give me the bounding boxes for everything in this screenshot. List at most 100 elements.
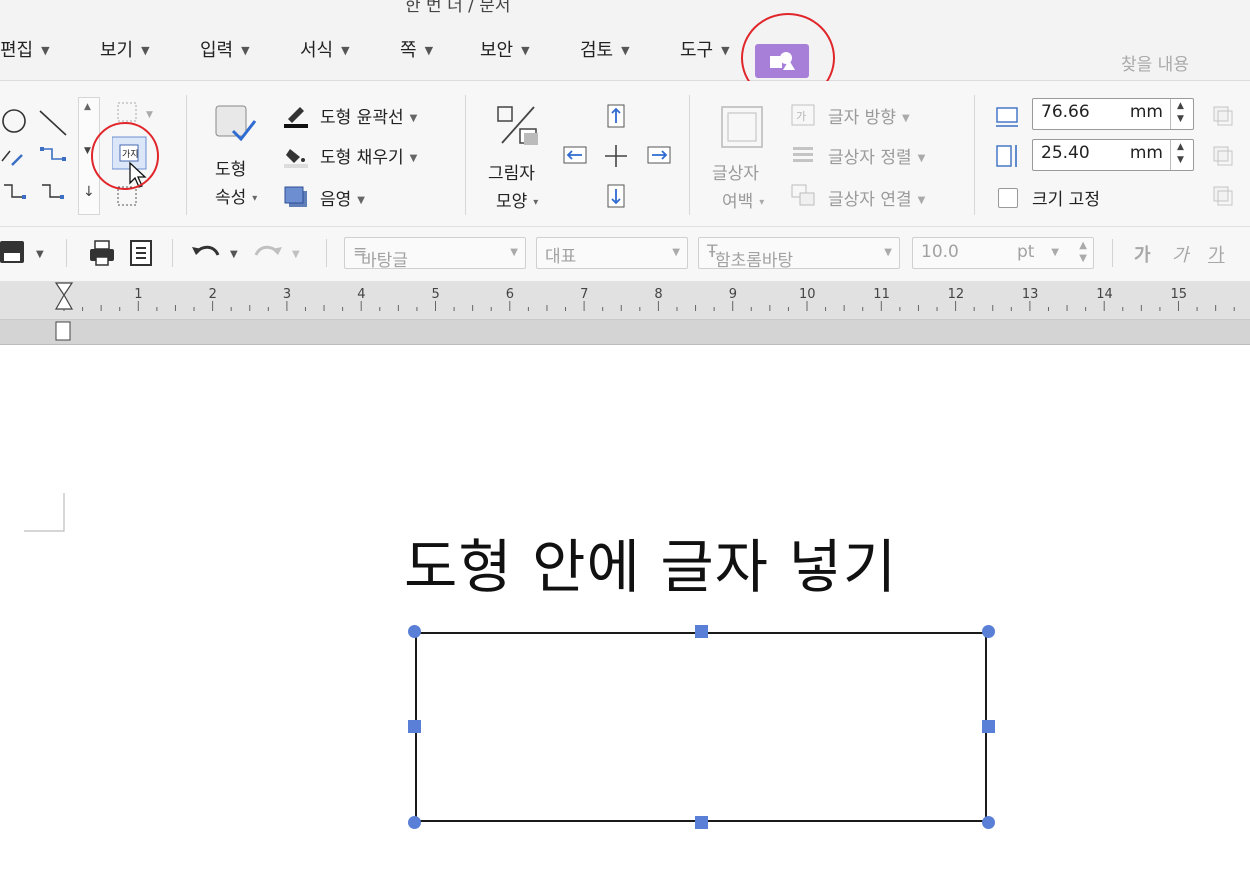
menu-security[interactable]: 보안 ▼ — [480, 36, 530, 62]
resize-handle-left[interactable] — [408, 720, 421, 733]
chevron-down-icon: ▼ — [721, 44, 730, 57]
ruler-number: 8 — [654, 287, 663, 302]
toolbar-separator — [172, 239, 173, 267]
resize-handle-bottom[interactable] — [695, 816, 708, 829]
svg-text:▼: ▼ — [36, 249, 44, 260]
resize-handle-top-right[interactable] — [982, 625, 995, 638]
shape-props-line1: 도형 — [215, 160, 247, 180]
preview-icon[interactable] — [128, 239, 156, 267]
svg-text:가: 가 — [796, 110, 806, 123]
picture-shape-button[interactable]: 그림자 모양 ▾ — [484, 99, 554, 212]
underline-button[interactable]: 가 — [1208, 241, 1225, 267]
menu-page[interactable]: 쪽 ▼ — [400, 36, 433, 62]
undo-icon[interactable]: ▼ — [190, 241, 246, 265]
textbox-align-icon — [793, 147, 813, 162]
chevron-down-icon: ▼ — [510, 247, 518, 258]
redo-icon[interactable]: ▼ — [252, 241, 308, 265]
italic-button[interactable]: 가 — [1172, 241, 1189, 267]
align-arrows[interactable] — [562, 101, 674, 211]
text-direction-button[interactable]: 글자 방향 ▼ — [828, 103, 910, 128]
ruler-number: 15 — [1170, 287, 1188, 302]
format-toolbar: ▼ ▼ ▼ ≡ 바탕글 ▼ 대표 ▼ Ŧ 함초롬바탕 ▼ 10.0 pt ▼ ▲… — [0, 226, 1250, 282]
ribbon-separator — [186, 95, 187, 215]
shape-fill-button[interactable]: 도형 채우기 ▼ — [320, 143, 417, 168]
ruler-number: 9 — [728, 287, 737, 302]
menu-insert[interactable]: 입력 ▼ — [200, 36, 250, 62]
height-icon — [996, 145, 1017, 167]
ruler-number: 14 — [1096, 287, 1113, 302]
textbox-link-icon — [791, 184, 815, 206]
chevron-down-icon: ▼ — [917, 195, 926, 206]
style-value: ≡ 바탕글 — [353, 242, 408, 271]
width-value: 76.66 — [1041, 102, 1090, 122]
width-input[interactable]: 76.66 mm ▲ ▼ — [1032, 98, 1194, 130]
menu-tools[interactable]: 도구 ▼ — [680, 36, 730, 62]
shape-gallery[interactable] — [0, 99, 80, 209]
save-icon[interactable]: ▼ — [0, 239, 54, 265]
menu-format[interactable]: 서식 ▼ — [300, 36, 350, 62]
shadow-icon — [284, 186, 307, 207]
toolbar-separator — [326, 239, 327, 267]
shape-props-line2: 속성 ▾ — [215, 188, 258, 208]
ruler-ticks — [54, 282, 1235, 311]
menu-tools-label: 도구 — [680, 40, 714, 61]
rectangle-shape[interactable] — [415, 632, 987, 822]
menu-edit-label: 편집 — [0, 40, 34, 61]
chevron-down-icon: ▼ — [1177, 114, 1184, 124]
fix-size-label: 크기 고정 — [1032, 190, 1100, 210]
textbox-link-button[interactable]: 글상자 연결 ▼ — [828, 185, 925, 210]
menu-view[interactable]: 보기 ▼ — [100, 36, 150, 62]
indent-marker-icon[interactable] — [54, 320, 74, 344]
resize-handle-top[interactable] — [695, 625, 708, 638]
font-size-input[interactable]: 10.0 pt ▼ ▲ ▼ — [912, 237, 1094, 269]
chevron-down-icon: ▼ — [521, 44, 530, 57]
height-input[interactable]: 25.40 mm ▲ ▼ — [1032, 139, 1194, 171]
resize-handle-bottom-right[interactable] — [982, 816, 995, 829]
search-placeholder: 찾을 내용 — [1121, 55, 1189, 75]
menu-review[interactable]: 검토 ▼ — [580, 36, 630, 62]
textbox-align-button[interactable]: 글상자 정렬 ▼ — [828, 143, 925, 168]
chevron-down-icon: ▼ — [141, 44, 150, 57]
ruler-number: 6 — [505, 287, 515, 302]
shadow-button[interactable]: 음영 ▼ — [320, 185, 365, 210]
chevron-down-icon: ▼ — [357, 195, 365, 206]
search-field[interactable]: 찾을 내용 — [1118, 42, 1248, 85]
horizontal-ruler[interactable]: 1 2 3 4 5 6 7 8 9 10 11 12 13 14 15 — [0, 281, 1250, 320]
resize-handle-right[interactable] — [982, 720, 995, 733]
font-value: Ŧ 함초롬바탕 — [707, 242, 794, 271]
style-select[interactable]: ≡ 바탕글 ▼ — [344, 237, 526, 271]
menu-page-label: 쪽 — [400, 40, 417, 61]
bold-button[interactable]: 가 — [1134, 241, 1151, 267]
width-stepper[interactable]: ▲ ▼ — [1170, 99, 1193, 129]
height-stepper[interactable]: ▲ ▼ — [1170, 140, 1193, 170]
textbox-margin-icon — [721, 106, 763, 148]
textbox-margin-button[interactable]: 글상자 여백 ▾ — [708, 99, 776, 212]
ruler-number: 7 — [580, 287, 589, 302]
resize-handle-bottom-left[interactable] — [408, 816, 421, 829]
font-select[interactable]: Ŧ 함초롬바탕 ▼ — [698, 237, 900, 271]
chevron-up-icon: ▲ — [84, 102, 91, 112]
chevron-down-icon: ▾ — [252, 193, 258, 204]
menu-format-label: 서식 — [300, 40, 334, 61]
menu-edit[interactable]: 편집 ▼ — [0, 36, 50, 62]
ruler-number: 11 — [873, 287, 890, 302]
shape-properties-button[interactable]: 도형 속성 ▾ — [205, 99, 265, 209]
resize-handle-top-left[interactable] — [408, 625, 421, 638]
arrange-icons[interactable] — [1208, 103, 1238, 213]
menu-bar: 편집 ▼ 보기 ▼ 입력 ▼ 서식 ▼ 쪽 ▼ 보안 ▼ 검토 ▼ 도구 ▼ 찾을 내용 — [0, 14, 1250, 85]
shape-properties-icon — [215, 105, 257, 142]
picture-shape-line2: 모양 ▾ — [496, 192, 539, 212]
highlight-circle-textbox — [91, 122, 159, 190]
height-unit: mm — [1129, 143, 1163, 163]
chevron-down-icon: ▼ — [1079, 253, 1087, 264]
chevron-down-icon: ▼ — [409, 113, 418, 124]
width-icon — [996, 107, 1018, 127]
document-heading: 도형 안에 글자 넣기 — [404, 533, 898, 601]
outline-select[interactable]: 대표 ▼ — [536, 237, 688, 269]
window-title: 한 번 더 / 문서 — [405, 0, 511, 14]
shape-outline-button[interactable]: 도형 윤곽선 ▼ — [320, 103, 417, 128]
print-icon[interactable] — [88, 239, 118, 267]
fix-size-checkbox[interactable] — [998, 188, 1018, 208]
pen-outline-icon — [284, 107, 308, 128]
chevron-down-icon: ▼ — [917, 153, 926, 164]
